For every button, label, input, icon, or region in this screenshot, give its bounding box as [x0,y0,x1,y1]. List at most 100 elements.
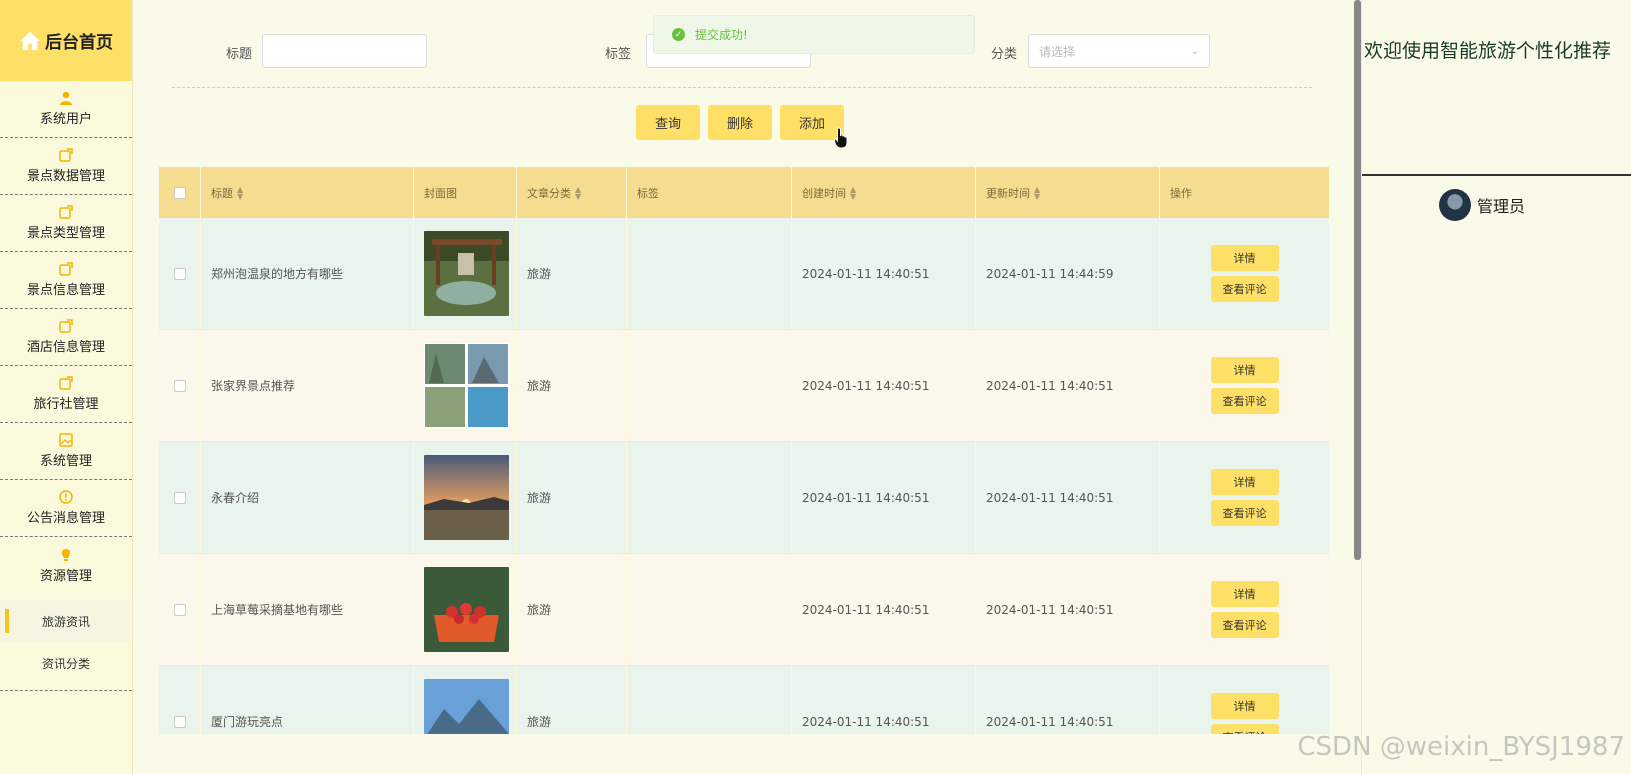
edit-icon [59,148,73,162]
detail-button[interactable]: 详情 [1210,357,1279,383]
select-all-checkbox[interactable] [173,186,186,199]
table-row: 上海草莓采摘基地有哪些 旅游 2024-01-11 14:40:51 2024-… [159,554,1329,666]
table-row: 张家界景点推荐 旅游 2024-01-11 14:40:51 2024-01-1… [159,330,1329,442]
home-link[interactable]: 后台首页 [0,0,132,81]
user-icon [60,91,72,105]
header-category[interactable]: 文章分类 ▲ ▼ [517,167,627,218]
resources-submenu: 旅游资讯 资讯分类 [0,594,132,691]
right-panel: 欢迎使用智能旅游个性化推荐 管理员 [1361,0,1631,774]
row-checkbox[interactable] [173,603,186,616]
category-placeholder: 请选择 [1039,44,1076,59]
header-created[interactable]: 创建时间 ▲ ▼ [792,167,976,218]
row-updated: 2024-01-11 14:40:51 [976,554,1160,665]
nav-travel-agency[interactable]: 旅行社管理 [0,366,132,423]
nav-scenic-data[interactable]: 景点数据管理 [0,138,132,195]
table-row: 厦门游玩亮点 旅游 2024-01-11 14:40:51 2024-01-11… [159,666,1329,734]
row-category: 旅游 [517,554,627,665]
action-buttons: 查询 删除 添加 [636,105,844,140]
detail-button[interactable]: 详情 [1210,245,1279,271]
detail-button[interactable]: 详情 [1210,693,1279,719]
table-row: 郑州泡温泉的地方有哪些 旅游 2024-01-11 14:40:51 2024-… [159,218,1329,330]
cover-image [424,455,509,540]
category-label: 分类 [991,47,1018,62]
row-category: 旅游 [517,218,627,329]
chevron-down-icon: ⌄ [1190,45,1199,57]
check-circle-icon: ✓ [672,28,685,41]
view-comments-button[interactable]: 查看评论 [1210,500,1279,526]
hand-cursor-icon [834,127,848,149]
view-comments-button[interactable]: 查看评论 [1210,388,1279,414]
row-title: 张家界景点推荐 [201,330,414,441]
category-select[interactable]: 请选择 ⌄ [1028,34,1210,68]
divider [1362,174,1631,176]
sort-icon: ▲ ▼ [575,184,582,201]
subnav-news-category[interactable]: 资讯分类 [0,642,132,684]
nav-resources[interactable]: 资源管理 [0,537,132,594]
nav-scenic-info[interactable]: 景点信息管理 [0,252,132,309]
cover-image [424,343,509,428]
row-category: 旅游 [517,666,627,734]
news-table: 标题 ▲ ▼ 封面图 文章分类 ▲ ▼ 标签 创建时间 ▲ ▼ 更新时间 ▲ ▼ 操作 郑州泡温… [159,167,1329,734]
sort-icon: ▲ ▼ [237,184,244,201]
divider [172,87,1312,88]
row-tag [627,554,792,665]
view-comments-button[interactable]: 查看评论 [1210,612,1279,638]
row-category: 旅游 [517,330,627,441]
row-tag [627,442,792,553]
nav-system-users[interactable]: 系统用户 [0,81,132,138]
row-created: 2024-01-11 14:40:51 [792,330,976,441]
row-checkbox[interactable] [173,715,186,728]
row-checkbox[interactable] [173,267,186,280]
toast-message: 提交成功! [695,28,748,42]
tag-label: 标签 [605,47,632,62]
header-title[interactable]: 标题 ▲ ▼ [201,167,414,218]
table-header: 标题 ▲ ▼ 封面图 文章分类 ▲ ▼ 标签 创建时间 ▲ ▼ 更新时间 ▲ ▼ 操作 [159,167,1329,218]
bulb-icon [62,548,70,561]
header-updated[interactable]: 更新时间 ▲ ▼ [976,167,1160,218]
row-created: 2024-01-11 14:40:51 [792,554,976,665]
sort-icon: ▲ ▼ [1034,184,1041,201]
avatar [1439,189,1471,221]
edit-icon [59,205,73,219]
welcome-text: 欢迎使用智能旅游个性化推荐 [1364,40,1612,62]
nav-hotel-info[interactable]: 酒店信息管理 [0,309,132,366]
cover-image [424,567,509,652]
edit-icon [59,262,73,276]
detail-button[interactable]: 详情 [1210,469,1279,495]
edit-icon [59,319,73,333]
title-input[interactable] [262,34,427,68]
table-row: 永春介绍 旅游 2024-01-11 14:40:51 2024-01-11 1… [159,442,1329,554]
user-info[interactable]: 管理员 [1439,189,1525,221]
subnav-travel-news[interactable]: 旅游资讯 [0,600,132,642]
row-title: 厦门游玩亮点 [201,666,414,734]
detail-button[interactable]: 详情 [1210,581,1279,607]
query-button[interactable]: 查询 [636,105,700,140]
main-content: 标题 标签 分类 请选择 ⌄ ✓ 提交成功! 查询 删除 添加 标题 ▲ ▼ 封面图… [134,0,1354,774]
header-cover: 封面图 [414,167,517,218]
main-scrollbar[interactable] [1354,0,1361,560]
row-created: 2024-01-11 14:40:51 [792,442,976,553]
delete-button[interactable]: 删除 [708,105,772,140]
row-checkbox[interactable] [173,379,186,392]
row-created: 2024-01-11 14:40:51 [792,218,976,329]
success-toast: ✓ 提交成功! [653,15,975,54]
row-tag [627,666,792,734]
view-comments-button[interactable]: 查看评论 [1210,276,1279,302]
home-icon [20,31,40,50]
title-label: 标题 [226,47,253,62]
watermark: CSDN @weixin_BYSJ1987 [1297,732,1625,762]
row-tag [627,330,792,441]
row-checkbox[interactable] [173,491,186,504]
sort-icon: ▲ ▼ [850,184,857,201]
row-created: 2024-01-11 14:40:51 [792,666,976,734]
edit-icon [59,376,73,390]
view-comments-button[interactable]: 查看评论 [1210,724,1279,734]
header-actions: 操作 [1170,186,1192,200]
brand-title: 后台首页 [45,33,113,53]
nav-system-mgmt[interactable]: 系统管理 [0,423,132,480]
row-title: 永春介绍 [201,442,414,553]
header-tag: 标签 [627,167,792,218]
cover-image [424,679,509,734]
nav-announcements[interactable]: 公告消息管理 [0,480,132,537]
nav-scenic-type[interactable]: 景点类型管理 [0,195,132,252]
